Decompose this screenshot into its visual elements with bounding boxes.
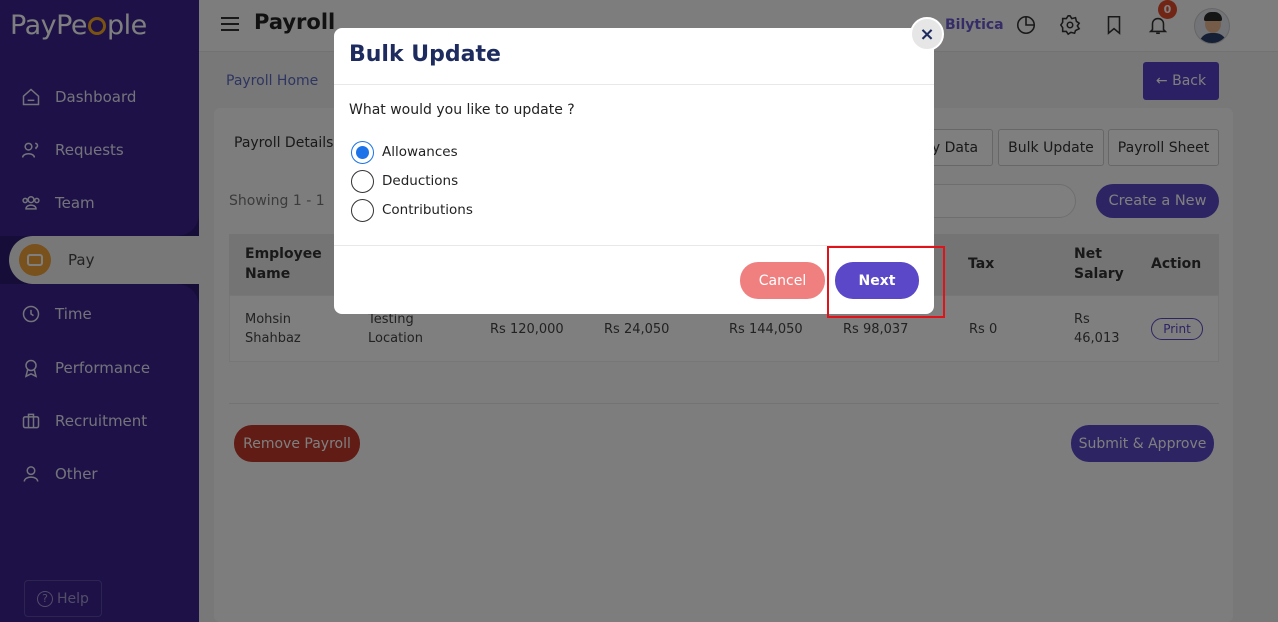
cancel-button[interactable]: Cancel <box>740 262 825 299</box>
close-icon[interactable]: × <box>910 17 944 51</box>
radio-button[interactable] <box>351 140 374 164</box>
next-button-highlight <box>827 246 945 318</box>
radio-button[interactable] <box>351 169 374 193</box>
radio-label: Allowances <box>382 144 458 160</box>
modal-question: What would you like to update ? <box>349 102 575 118</box>
radio-deductions[interactable]: Deductions <box>351 169 458 193</box>
radio-contributions[interactable]: Contributions <box>351 198 473 222</box>
modal-title: Bulk Update <box>349 42 501 67</box>
radio-button[interactable] <box>351 198 374 222</box>
radio-label: Contributions <box>382 202 473 218</box>
modal-header: Bulk Update <box>334 28 934 85</box>
radio-label: Deductions <box>382 173 459 189</box>
radio-allowances[interactable]: Allowances <box>351 140 458 164</box>
